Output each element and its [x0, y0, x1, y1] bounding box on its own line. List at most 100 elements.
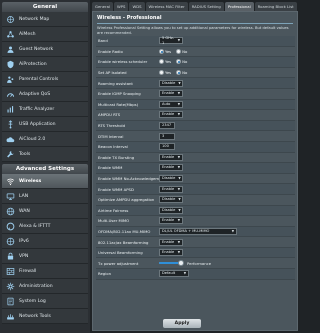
setting-dropdown[interactable]: Enable ▼: [159, 238, 183, 246]
setting-dropdown[interactable]: Enable ▼: [159, 111, 183, 119]
setting-label: 802.11ac/ax Beamforming: [98, 239, 149, 245]
tx-power-slider[interactable]: [159, 260, 184, 267]
sidebar-item-label: Network Map: [19, 16, 50, 22]
setting-dropdown[interactable]: Enable ▼: [159, 90, 183, 98]
tab-wps[interactable]: WPS: [113, 2, 129, 11]
advanced-header: Advanced Settings: [2, 164, 88, 174]
setting-label: Set AP Isolated: [98, 70, 127, 76]
table-row: Beacon Interval 100: [96, 141, 295, 153]
sidebar-item-label: Wireless: [19, 178, 42, 184]
setting-dropdown[interactable]: 5 GHz-1 ▼: [159, 36, 183, 45]
sidebar-item-adaptive-qos[interactable]: Adaptive QoS: [2, 87, 88, 102]
dropdown-value: Enable: [162, 239, 175, 244]
chevron-down-icon: ▼: [183, 271, 186, 276]
radio-label: No: [182, 59, 188, 65]
dropdown-value: Disable: [162, 80, 176, 85]
setting-input[interactable]: 2347: [159, 122, 175, 130]
radio-button[interactable]: [159, 59, 164, 65]
sidebar-item-administration[interactable]: Administration: [2, 279, 88, 294]
tab-wireless-mac-filter[interactable]: Wireless MAC Filter: [145, 2, 188, 11]
tab-radius-setting[interactable]: RADIUS Setting: [188, 2, 224, 11]
setting-dropdown[interactable]: Auto ▼: [159, 100, 183, 108]
sidebar-item-label: AiProtection: [19, 61, 47, 67]
tab-general[interactable]: General: [92, 2, 113, 11]
radio-yes[interactable]: Yes: [159, 70, 171, 76]
setting-dropdown[interactable]: Disable ▼: [159, 175, 183, 183]
table-row: Enable WMM No-Acknowledgement Disable ▼: [96, 174, 295, 185]
setting-dropdown[interactable]: Enable ▼: [159, 153, 183, 161]
setting-value: Enable ▼: [159, 90, 295, 98]
setting-value: Default ▼: [159, 270, 295, 278]
sidebar-item-label: System Log: [19, 298, 46, 304]
setting-label: Band: [98, 38, 108, 44]
setting-label: Enable Radio: [98, 48, 123, 54]
sidebar-item-wireless[interactable]: Wireless: [2, 174, 88, 189]
dropdown-value: Enable: [162, 186, 175, 191]
sidebar-item-label: AiCloud 2.0: [19, 136, 46, 142]
tab-wds[interactable]: WDS: [129, 2, 145, 11]
setting-input[interactable]: 3: [159, 132, 175, 140]
setting-value: Yes No: [159, 59, 295, 65]
sidebar-item-usb-application[interactable]: USB Application: [2, 117, 88, 132]
setting-value: Disable ▼: [159, 175, 295, 183]
setting-dropdown[interactable]: Enable ▼: [159, 217, 183, 225]
setting-label: Enable TX Bursting: [98, 154, 135, 160]
setting-dropdown[interactable]: DL/UL OFDMA + MU-MIMO ▼: [159, 227, 237, 235]
radio-no[interactable]: No: [176, 48, 188, 54]
setting-dropdown[interactable]: Disable ▼: [159, 79, 183, 87]
setting-dropdown[interactable]: Disable ▼: [159, 196, 183, 204]
setting-input[interactable]: 100: [159, 143, 175, 151]
setting-value: 3: [159, 132, 295, 140]
radio-yes[interactable]: Yes: [159, 48, 172, 54]
setting-dropdown[interactable]: Enable ▼: [159, 164, 183, 172]
sidebar-item-wan[interactable]: WAN: [2, 204, 88, 219]
setting-value: 2347: [159, 122, 295, 130]
general-menu: Network Map AiMesh Guest Network AiProtecti…: [2, 12, 88, 162]
lan-icon: [6, 192, 15, 201]
radio-button[interactable]: [176, 59, 182, 65]
radio-label: Yes: [165, 48, 172, 54]
radio-button[interactable]: [176, 70, 182, 76]
setting-dropdown[interactable]: Default ▼: [159, 270, 189, 278]
tab-professional[interactable]: Professional: [224, 2, 254, 11]
tab-roaming-block-list[interactable]: Roaming Block List: [254, 2, 297, 11]
chevron-down-icon: ▼: [178, 207, 181, 212]
dropdown-value: Enable: [162, 91, 175, 96]
sidebar-item-network-tools[interactable]: Network Tools: [2, 309, 88, 324]
slider-handle[interactable]: [178, 260, 184, 267]
radio-no[interactable]: No: [176, 70, 187, 76]
sidebar-item-lan[interactable]: LAN: [2, 189, 88, 204]
sidebar-item-network-map[interactable]: Network Map: [2, 12, 88, 27]
setting-value: Enable ▼: [159, 249, 295, 257]
guest-network-icon: [6, 45, 15, 54]
radio-button[interactable]: [159, 48, 164, 54]
dropdown-value: DL/UL OFDMA + MU-MIMO: [162, 228, 210, 233]
sidebar-item-aicloud[interactable]: AiCloud 2.0: [2, 132, 88, 147]
sidebar-item-label: Administration: [19, 283, 53, 289]
sidebar-item-traffic-analyzer[interactable]: Traffic Analyzer: [2, 102, 88, 117]
setting-dropdown[interactable]: Enable ▼: [159, 249, 183, 257]
sidebar-item-aiprotection[interactable]: AiProtection: [2, 57, 88, 72]
sidebar-item-firewall[interactable]: Firewall: [2, 264, 88, 279]
radio-button[interactable]: [159, 70, 164, 76]
radio-button[interactable]: [176, 48, 182, 54]
sidebar-item-tools[interactable]: Tools: [2, 147, 88, 162]
sidebar-item-label: Guest Network: [19, 46, 54, 52]
apply-button[interactable]: Apply: [163, 319, 201, 328]
sidebar-item-parental-controls[interactable]: Parental Controls: [2, 72, 88, 87]
sidebar-item-guest-network[interactable]: Guest Network: [2, 42, 88, 57]
radio-no[interactable]: No: [176, 59, 188, 65]
sidebar-item-aimesh[interactable]: AiMesh: [2, 27, 88, 42]
radio-label: No: [182, 48, 188, 54]
chevron-down-icon: ▼: [177, 101, 180, 106]
sidebar-item-system-log[interactable]: System Log: [2, 294, 88, 309]
sidebar-item-alexa[interactable]: Alexa & IFTTT: [2, 219, 88, 234]
chevron-down-icon: ▼: [177, 165, 180, 170]
setting-dropdown[interactable]: Enable ▼: [159, 185, 183, 193]
radio-yes[interactable]: Yes: [159, 59, 171, 65]
sidebar-item-label: VPN: [19, 253, 29, 259]
dropdown-value: Enable: [162, 218, 175, 223]
sidebar-item-ipv6[interactable]: IPv6: [2, 234, 88, 249]
setting-dropdown[interactable]: Disable ▼: [159, 206, 183, 214]
sidebar-item-vpn[interactable]: VPN: [2, 249, 88, 264]
